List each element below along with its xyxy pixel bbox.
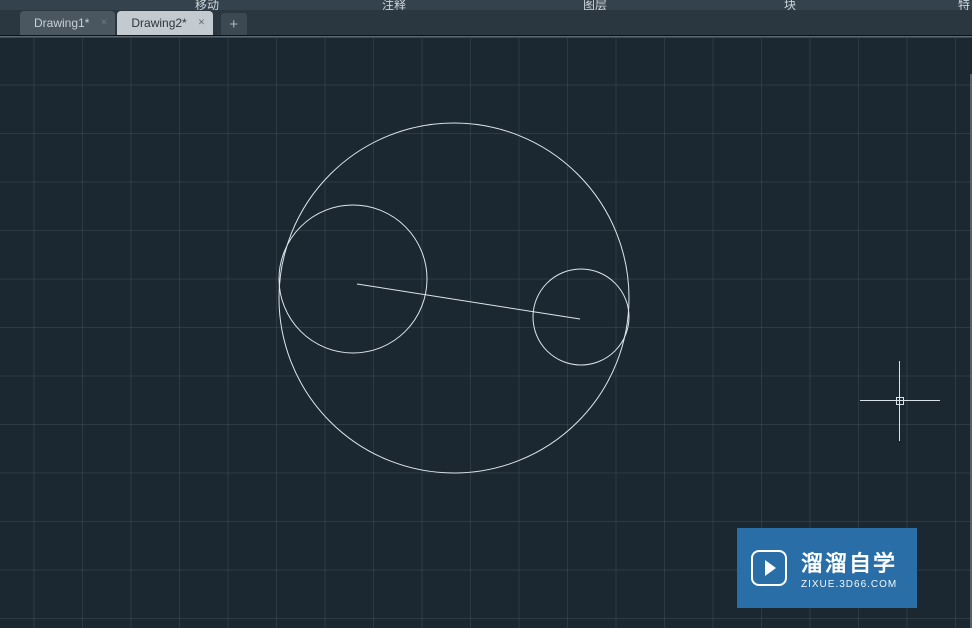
document-tab-bar: Drawing1* × Drawing2* × + <box>0 10 972 36</box>
new-tab-button[interactable]: + <box>221 13 247 35</box>
play-icon <box>751 550 787 586</box>
close-icon[interactable]: × <box>101 18 107 29</box>
watermark-title: 溜溜自学 <box>801 546 897 578</box>
tab-label: Drawing2* <box>131 16 186 30</box>
document-tab-drawing2[interactable]: Drawing2* × <box>117 11 212 35</box>
plus-icon: + <box>229 16 238 33</box>
watermark-subtitle: ZIXUE.3D66.COM <box>801 579 897 590</box>
watermark-badge: 溜溜自学 ZIXUE.3D66.COM <box>737 528 917 608</box>
close-icon[interactable]: × <box>198 18 204 29</box>
tab-label: Drawing1* <box>34 16 89 30</box>
ribbon-menu: 移动 注释 图层 块 特 <box>0 0 972 10</box>
document-tab-drawing1[interactable]: Drawing1* × <box>20 11 115 35</box>
drawing-canvas[interactable]: 溜溜自学 ZIXUE.3D66.COM <box>0 38 972 628</box>
